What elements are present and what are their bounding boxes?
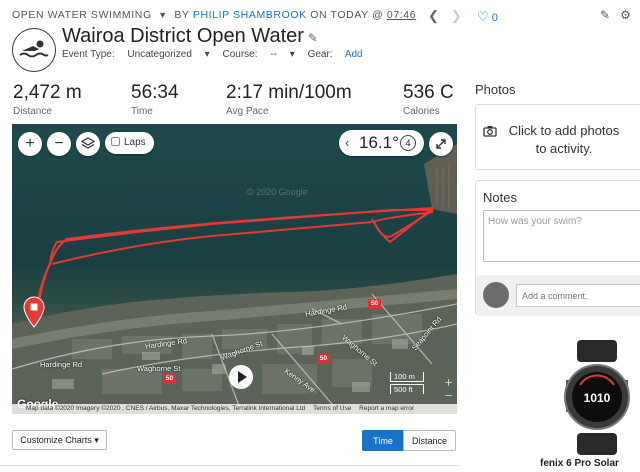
on-text: ON TODAY @: [310, 9, 384, 21]
activity-time: 07:46: [386, 9, 417, 21]
notes-textarea[interactable]: How was your swim?: [483, 210, 640, 262]
scale-bottom: 500 ft: [390, 384, 424, 394]
comment-input[interactable]: Add a comment.: [516, 284, 640, 307]
gear-icon[interactable]: ⚙: [620, 8, 631, 22]
zoom-out-icon[interactable]: −: [47, 132, 71, 156]
gear-add-link[interactable]: Add: [345, 49, 363, 60]
user-link[interactable]: PHILIP SHAMBROOK: [193, 9, 307, 21]
stat-value: 536 C: [403, 82, 454, 103]
stat-label: Distance: [13, 106, 52, 117]
add-photos-text[interactable]: Click to add photos to activity.: [504, 122, 624, 158]
map-attribution: Map data ©2020 Imagery ©2020 , CNES / Ai…: [12, 404, 457, 414]
stat-value: 56:34: [131, 82, 179, 103]
comment-section: Add a comment.: [476, 275, 640, 316]
notes-heading: Notes: [483, 190, 517, 205]
activity-title[interactable]: Wairoa District Open Water ✎: [62, 25, 318, 48]
prev-activity-icon[interactable]: ❮: [428, 8, 439, 23]
play-icon[interactable]: [229, 365, 253, 389]
activity-title-text: Wairoa District Open Water: [62, 25, 304, 47]
stat-avg-pace: 2:17 min/100m Avg Pace: [226, 82, 352, 117]
attribution-text: Map data ©2020 Imagery ©2020 , CNES / Ai…: [26, 405, 306, 412]
activity-map[interactable]: + − Laps ‹ 16.1° 4 © 2020 Google Harding…: [12, 124, 457, 414]
edit-icon[interactable]: ✎: [600, 8, 610, 22]
zoom-in-icon[interactable]: +: [18, 132, 42, 156]
course-label: Course:: [222, 49, 258, 60]
pencil-icon[interactable]: ✎: [308, 31, 318, 45]
scale-top: 100 m: [390, 372, 424, 382]
map-zoom-pm[interactable]: ＋－: [444, 376, 453, 402]
road-label: Waghorne St: [137, 364, 181, 373]
like-count: 0: [491, 12, 498, 24]
stat-label: Time: [131, 106, 153, 117]
temperature-value: 16.1°: [359, 133, 399, 152]
customize-charts-label: Customize Charts: [20, 435, 92, 445]
device-name: fenix 6 Pro Solar: [540, 458, 619, 469]
activity-header-line: OPEN WATER SWIMMING ▼ BY PHILIP SHAMBROO…: [12, 9, 416, 21]
heart-icon: ♡: [477, 9, 489, 24]
activity-meta: Event Type: Uncategorized ▾ Course: -- ▾…: [62, 49, 383, 60]
route-shield: 50: [368, 299, 381, 309]
photos-heading: Photos: [475, 82, 516, 97]
start-pin-icon[interactable]: [22, 296, 46, 328]
course-value: --: [270, 49, 277, 60]
like-button[interactable]: ♡ 0: [477, 9, 498, 25]
stat-calories: 536 C Calories: [403, 82, 454, 117]
activity-type: OPEN WATER SWIMMING: [12, 9, 152, 21]
event-type-label: Event Type:: [62, 49, 115, 60]
report-link[interactable]: Report a map error: [359, 405, 414, 412]
divider: [0, 465, 460, 466]
activity-type-dropdown-icon[interactable]: ▼: [158, 10, 168, 20]
stat-value: 2,472 m: [13, 82, 82, 103]
temperature-badge: 4: [400, 135, 416, 151]
chevron-left-icon[interactable]: ‹: [345, 130, 349, 156]
add-photos-card[interactable]: Click to add photos to activity.: [475, 104, 640, 170]
expand-icon[interactable]: [429, 132, 453, 156]
camera-icon: [483, 126, 497, 137]
activity-nav: ❮ ❯: [428, 8, 474, 24]
route-shield: 50: [163, 374, 176, 384]
customize-charts-button[interactable]: Customize Charts ▾: [12, 430, 107, 450]
next-activity-icon[interactable]: ❯: [451, 8, 462, 23]
event-type[interactable]: Event Type: Uncategorized ▾: [62, 49, 210, 60]
terms-link[interactable]: Terms of Use: [313, 405, 351, 412]
road-label: Hardinge Rd: [40, 360, 83, 369]
notes-card: Notes How was your swim? Add a comment.: [475, 180, 640, 316]
temperature-widget[interactable]: ‹ 16.1° 4: [339, 130, 424, 156]
laps-checkbox[interactable]: [111, 137, 120, 146]
course[interactable]: Course: -- ▾: [223, 49, 295, 60]
by-text: BY: [174, 9, 190, 21]
tab-distance[interactable]: Distance: [403, 430, 456, 451]
avatar: [483, 282, 509, 308]
map-scale: 100 m 500 ft: [390, 372, 424, 396]
stat-label: Calories: [403, 106, 440, 117]
stat-time: 56:34 Time: [131, 82, 179, 117]
swimmer-icon: [12, 28, 56, 72]
header-tools: ✎ ⚙: [600, 8, 640, 22]
stat-distance: 2,472 m Distance: [13, 82, 82, 117]
layers-icon[interactable]: [76, 132, 100, 156]
gear: Gear: Add: [308, 49, 373, 60]
laps-label: Laps: [124, 137, 146, 148]
route-shield: 50: [317, 354, 330, 364]
tab-time[interactable]: Time: [362, 430, 404, 451]
device-image: 1010: [564, 340, 630, 455]
gear-label: Gear:: [307, 49, 333, 60]
stat-value: 2:17 min/100m: [226, 82, 352, 103]
stat-label: Avg Pace: [226, 106, 269, 117]
laps-toggle[interactable]: Laps: [105, 132, 154, 154]
event-type-value: Uncategorized: [127, 49, 192, 60]
map-watermark: © 2020 Google: [247, 187, 308, 197]
watch-display: 1010: [584, 391, 611, 405]
